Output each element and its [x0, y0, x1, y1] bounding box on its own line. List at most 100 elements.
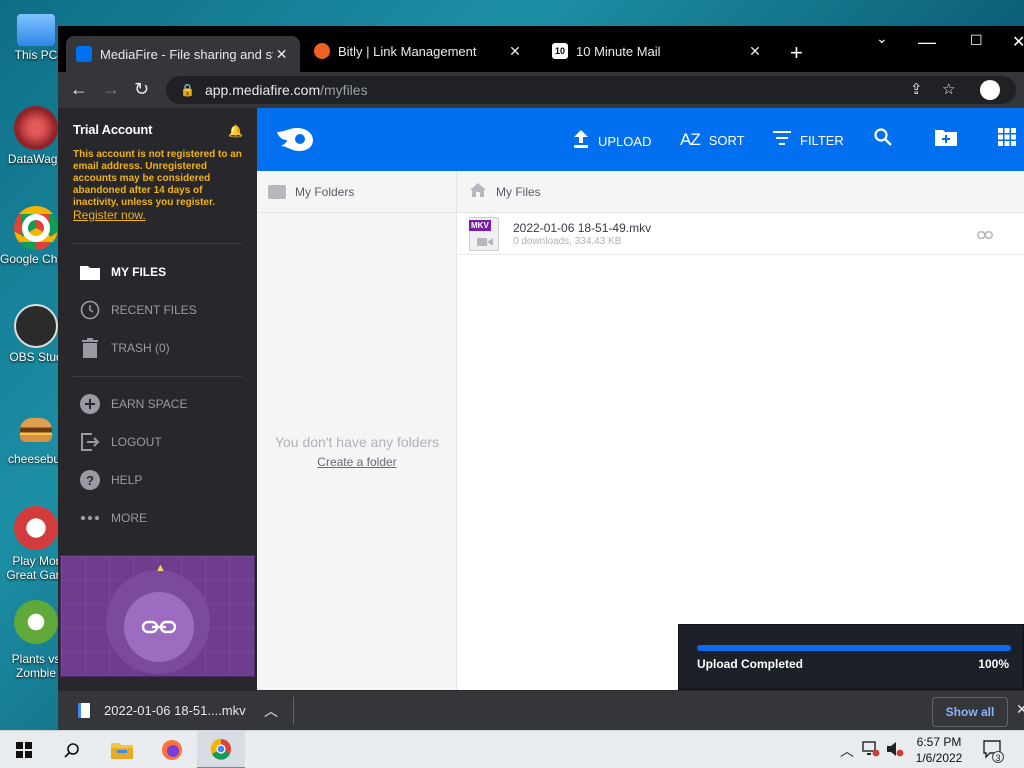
profile-icon[interactable] [980, 80, 1000, 100]
mediafire-page: Trial Account 🔔 This account is not regi… [58, 108, 1024, 690]
sidebar-item-logout[interactable]: LOGOUT [58, 423, 257, 461]
separator [293, 697, 294, 725]
upload-button[interactable]: UPLOAD [573, 130, 651, 153]
clock-date: 1/6/2022 [915, 751, 963, 765]
folder-icon [268, 184, 286, 199]
sidebar-item-more[interactable]: MORE [58, 499, 257, 537]
svg-text:?: ? [86, 473, 94, 488]
bookmark-star-icon[interactable]: ☆ [942, 80, 955, 98]
sort-button[interactable]: AZ SORT [680, 130, 745, 150]
download-item[interactable]: 2022-01-06 18-51....mkv [78, 703, 246, 718]
close-window-icon[interactable]: ✕ [1012, 32, 1024, 52]
file-icon [78, 703, 90, 718]
url-path: /myfiles [320, 82, 368, 98]
back-icon[interactable]: ← [70, 79, 88, 100]
copy-link-icon[interactable] [977, 227, 993, 242]
sidebar-item-earn-space[interactable]: EARN SPACE [58, 385, 257, 423]
show-all-button[interactable]: Show all [932, 697, 1008, 727]
search-icon[interactable] [874, 128, 892, 151]
filter-icon [773, 130, 791, 150]
browser-toolbar: ← → ↻ 🔒 app.mediafire.com/myfiles ⇪ ☆ [58, 72, 1024, 108]
filter-label: FILTER [800, 132, 844, 148]
folders-pane: My Folders You don't have any folders Cr… [257, 171, 457, 690]
sidebar-item-label: RECENT FILES [111, 303, 197, 317]
popcap-icon [14, 506, 58, 550]
volume-muted-icon[interactable] [886, 741, 904, 760]
tab-10-minute-mail[interactable]: 10 10 Minute Mail ✕ [542, 36, 774, 66]
mediafire-logo-icon[interactable] [275, 126, 315, 152]
sidebar-item-label: MORE [111, 511, 147, 525]
maximize-icon[interactable]: ☐ [970, 32, 983, 49]
share-icon[interactable]: ⇪ [910, 80, 923, 98]
sidebar-item-my-files[interactable]: MY FILES [58, 253, 257, 291]
close-tab-icon[interactable]: ✕ [746, 43, 764, 60]
promo-banner[interactable]: ▲ [60, 555, 255, 677]
system-clock[interactable]: 6:57 PM 1/6/2022 [906, 734, 972, 766]
windows-logo-icon [16, 742, 32, 758]
chrome-icon [210, 738, 231, 760]
minimize-icon[interactable]: — [918, 32, 936, 53]
close-tab-icon[interactable]: ✕ [506, 43, 524, 60]
tab-search-chevron-icon[interactable]: ⌄ [876, 30, 888, 47]
start-button[interactable] [0, 731, 48, 768]
obs-icon [14, 304, 58, 348]
plants-icon [14, 600, 58, 644]
network-icon[interactable] [862, 741, 880, 760]
files-pane: My Files MKV 2022-01-06 18-51-49.mkv 0 d… [457, 171, 1024, 690]
video-camera-icon [477, 236, 493, 250]
sort-label: SORT [708, 132, 745, 148]
upload-label: UPLOAD [598, 134, 652, 149]
create-folder-label: Create a folder [317, 455, 397, 469]
link-bomb-icon [124, 592, 194, 662]
close-tab-icon[interactable]: ✕ [273, 46, 290, 63]
logout-icon [80, 432, 100, 452]
grid-view-icon[interactable] [998, 128, 1016, 151]
tab-strip: MediaFire - File sharing and stor ✕ Bitl… [58, 26, 1024, 72]
trash-icon [80, 338, 100, 358]
clock-time: 6:57 PM [916, 735, 962, 749]
sidebar-item-label: LOGOUT [111, 435, 162, 449]
file-name[interactable]: 2022-01-06 18-51-49.mkv [513, 221, 651, 235]
chevron-up-icon[interactable]: ︿ [264, 701, 278, 721]
reload-icon[interactable]: ↻ [134, 79, 149, 100]
new-folder-icon[interactable] [935, 128, 957, 151]
firefox-icon [162, 740, 182, 760]
account-title: Trial Account [73, 122, 153, 137]
taskbar: ︿ 6:57 PM 1/6/2022 3 [0, 730, 1024, 768]
tab-bitly[interactable]: Bitly | Link Management ✕ [304, 36, 534, 66]
upload-status-label: Upload Completed [697, 657, 804, 671]
chrome-taskbar-button[interactable] [197, 731, 245, 768]
file-meta: 0 downloads, 334.43 KB [513, 236, 622, 247]
new-tab-icon[interactable]: + [790, 40, 803, 66]
divider [73, 376, 242, 377]
search-taskbar-button[interactable] [48, 731, 96, 768]
address-bar[interactable]: 🔒 app.mediafire.com/myfiles [166, 76, 1016, 104]
download-file-name: 2022-01-06 18-51....mkv [104, 703, 246, 718]
tab-mediafire[interactable]: MediaFire - File sharing and stor ✕ [66, 36, 300, 72]
forward-icon[interactable]: → [102, 79, 120, 100]
plus-circle-icon [80, 394, 100, 414]
notification-bell-icon[interactable]: 🔔 [228, 124, 243, 138]
sidebar-item-recent-files[interactable]: RECENT FILES [58, 291, 257, 329]
tab-title: 10 Minute Mail [576, 43, 661, 59]
file-row[interactable]: MKV 2022-01-06 18-51-49.mkv 0 downloads,… [457, 213, 1024, 255]
filter-button[interactable]: FILTER [773, 130, 844, 150]
sort-az-icon: AZ [680, 130, 701, 149]
account-warning: This account is not registered to an ema… [73, 149, 242, 223]
home-icon[interactable] [470, 183, 486, 200]
create-folder-link[interactable]: Create a folder [257, 455, 457, 469]
mediafire-favicon-icon [76, 46, 92, 62]
file-explorer-button[interactable] [98, 731, 146, 768]
upload-percent: 100% [978, 657, 1009, 671]
close-download-bar-icon[interactable]: ✕ [1016, 701, 1024, 718]
folder-icon [111, 743, 133, 759]
tray-chevron-up-icon[interactable]: ︿ [840, 741, 854, 761]
browser-window: MediaFire - File sharing and stor ✕ Bitl… [58, 26, 1024, 730]
more-vertical-icon[interactable]: ⋮ [1019, 225, 1024, 242]
warning-text: This account is not registered to an ema… [73, 149, 242, 208]
firefox-button[interactable] [148, 731, 196, 768]
chrome-icon [14, 206, 58, 250]
register-link[interactable]: Register now. [73, 208, 146, 222]
sidebar-item-trash[interactable]: TRASH (0) [58, 329, 257, 367]
sidebar-item-help[interactable]: ? HELP [58, 461, 257, 499]
